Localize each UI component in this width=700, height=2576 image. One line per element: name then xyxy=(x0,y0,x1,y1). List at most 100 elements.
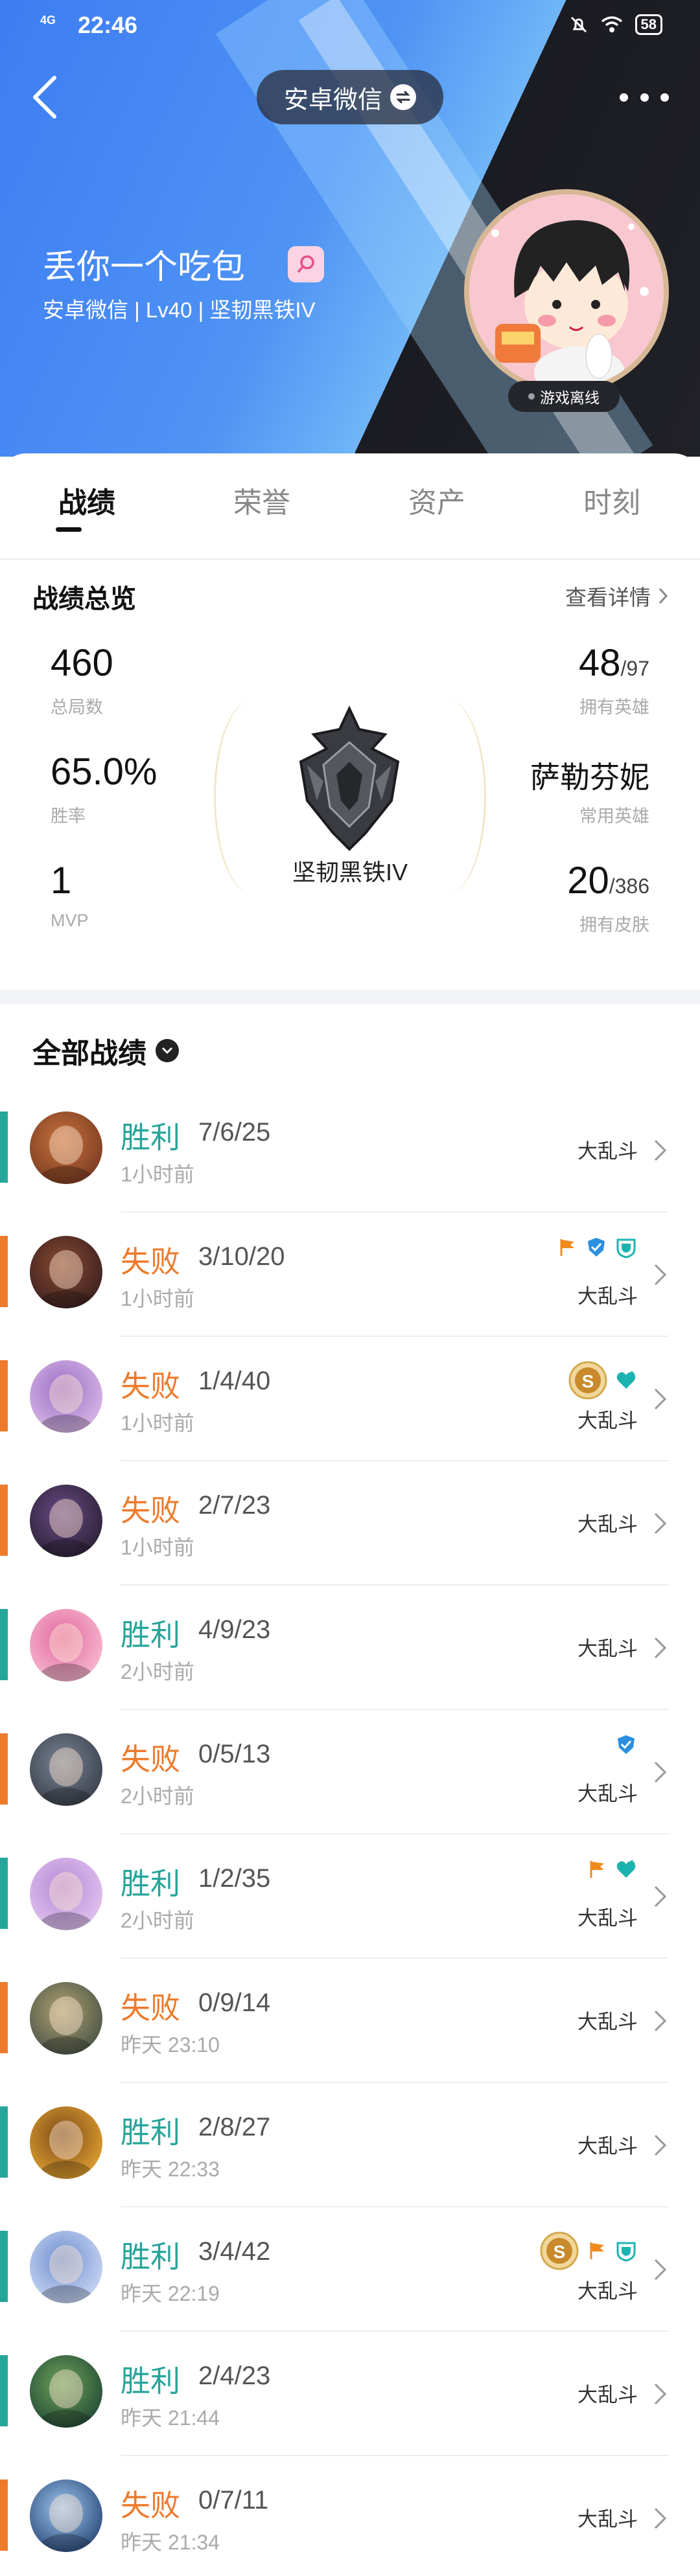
match-mode: 大乱斗 xyxy=(578,1513,638,1536)
win-rate-label: 胜率 xyxy=(51,806,86,826)
account-switch-button[interactable]: 安卓微信 xyxy=(257,70,443,124)
chevron-right-icon xyxy=(654,1761,667,1783)
mute-icon xyxy=(570,16,587,33)
match-row[interactable]: 失败 0/7/11 昨天 21:34 大乱斗 xyxy=(0,2456,700,2576)
view-details-link[interactable]: 查看详情 xyxy=(565,580,669,611)
match-time: 2小时前 xyxy=(121,1909,194,1932)
match-row[interactable]: 胜利 2/8/27 昨天 22:33 大乱斗 xyxy=(0,2083,700,2207)
skins-owned-label: 拥有皮肤 xyxy=(579,915,649,935)
view-details-label: 查看详情 xyxy=(565,586,651,610)
result-accent-bar xyxy=(0,2479,8,2551)
active-tab-indicator xyxy=(56,527,82,532)
mvp-label: MVP xyxy=(51,911,89,930)
hero-avatar xyxy=(30,1609,102,1681)
common-hero-label: 常用英雄 xyxy=(579,806,649,826)
match-result: 胜利 xyxy=(121,1618,180,1652)
wifi-icon xyxy=(601,16,622,32)
tab-honor[interactable]: 荣誉 xyxy=(204,479,320,521)
match-row[interactable]: 胜利 2/4/23 昨天 21:44 大乱斗 xyxy=(0,2332,700,2456)
heroes-total-value: /97 xyxy=(620,657,649,680)
match-result: 失败 xyxy=(121,1245,180,1279)
back-button[interactable] xyxy=(26,71,65,123)
result-accent-bar xyxy=(0,1236,8,1307)
divider xyxy=(0,558,700,560)
online-status-label: 游戏离线 xyxy=(540,389,600,406)
swap-icon xyxy=(390,84,416,110)
more-menu-button[interactable] xyxy=(620,83,669,111)
mvp-value: 1 xyxy=(51,860,72,902)
match-badges xyxy=(614,1733,638,1760)
total-games-label: 总局数 xyxy=(51,698,103,717)
match-time: 昨天 22:33 xyxy=(121,2158,220,2181)
tab-record[interactable]: 战绩 xyxy=(29,479,145,521)
match-mode: 大乱斗 xyxy=(578,1637,638,1660)
s-rating-icon: S xyxy=(568,1360,608,1404)
hero-avatar xyxy=(30,1236,102,1308)
tab-moments[interactable]: 时刻 xyxy=(554,479,670,521)
match-time: 昨天 21:34 xyxy=(121,2531,220,2554)
player-nickname: 丢你一个吃包 xyxy=(43,249,246,286)
hero-avatar xyxy=(30,2231,102,2303)
match-row[interactable]: 胜利 4/9/23 2小时前 大乱斗 xyxy=(0,1586,700,1710)
heroes-owned-stat: 48/97 xyxy=(579,641,649,685)
result-accent-bar xyxy=(0,2355,8,2426)
match-time: 1小时前 xyxy=(121,1536,194,1559)
heal-badge-icon xyxy=(614,1369,638,1395)
match-row[interactable]: 胜利 3/4/42 昨天 22:19 S 大乱斗 xyxy=(0,2207,700,2332)
match-kda: 0/5/13 xyxy=(198,1740,271,1768)
heroes-owned-label: 拥有英雄 xyxy=(579,698,649,717)
match-kda: 3/10/20 xyxy=(198,1242,285,1271)
hero-avatar xyxy=(30,1733,102,1806)
match-mode: 大乱斗 xyxy=(578,1907,638,1930)
match-filter-dropdown[interactable]: 全部战绩 xyxy=(32,1030,179,1071)
win-rate-value: 65.0% xyxy=(51,751,158,793)
match-result: 胜利 xyxy=(121,2364,180,2398)
tab-assets[interactable]: 资产 xyxy=(379,479,495,521)
match-row[interactable]: 失败 0/5/13 2小时前 大乱斗 xyxy=(0,1710,700,1834)
network-indicator: 4G xyxy=(40,14,56,27)
result-accent-bar xyxy=(0,1982,8,2053)
match-row[interactable]: 胜利 1/2/35 2小时前 大乱斗 xyxy=(0,1834,700,1959)
match-badges: S xyxy=(568,1360,638,1404)
hero-avatar xyxy=(30,2479,102,2552)
rank-emblem-icon xyxy=(299,705,400,851)
match-result: 失败 xyxy=(121,1369,180,1403)
match-kda: 0/9/14 xyxy=(198,1989,271,2017)
chevron-down-icon xyxy=(156,1039,179,1062)
match-kda: 2/4/23 xyxy=(198,2362,271,2390)
match-result: 失败 xyxy=(121,2489,180,2522)
rank-name: 坚韧黑铁IV xyxy=(292,859,408,885)
s-rating-icon: S xyxy=(539,2231,579,2274)
overview-title: 战绩总览 xyxy=(32,585,136,613)
player-avatar[interactable] xyxy=(464,189,669,394)
skins-total-value: /386 xyxy=(609,874,649,898)
match-time: 1小时前 xyxy=(121,1411,194,1435)
match-row[interactable]: 失败 0/9/14 昨天 23:10 大乱斗 xyxy=(0,1959,700,2083)
account-switch-label: 安卓微信 xyxy=(283,86,382,114)
chevron-right-icon xyxy=(654,1388,667,1410)
match-row[interactable]: 失败 2/7/23 1小时前 大乱斗 xyxy=(0,1461,700,1586)
chevron-right-icon xyxy=(654,1886,667,1908)
match-row[interactable]: 失败 1/4/40 1小时前 S 大乱斗 xyxy=(0,1337,700,1461)
match-kda: 0/7/11 xyxy=(198,2486,269,2514)
chevron-right-icon xyxy=(654,1512,667,1534)
heroes-owned-value: 48 xyxy=(579,642,621,684)
hero-avatar xyxy=(30,2355,102,2428)
defense-badge-icon xyxy=(614,2239,638,2266)
match-row[interactable]: 胜利 7/6/25 1小时前 大乱斗 xyxy=(0,1088,700,1213)
skins-owned-value: 20 xyxy=(567,860,609,902)
tab-bar: 战绩 荣誉 资产 时刻 xyxy=(0,453,700,560)
match-row[interactable]: 失败 3/10/20 1小时前 大乱斗 xyxy=(0,1213,700,1337)
status-time: 22:46 xyxy=(78,12,138,38)
chevron-right-icon xyxy=(659,587,668,604)
match-mode: 大乱斗 xyxy=(578,2508,638,2531)
shield-badge-icon xyxy=(614,1733,638,1760)
result-accent-bar xyxy=(0,1609,8,1680)
match-kda: 3/4/42 xyxy=(198,2237,271,2266)
hero-avatar xyxy=(30,1982,102,2055)
match-time: 昨天 22:19 xyxy=(121,2282,220,2305)
flag-badge-icon xyxy=(586,1858,608,1884)
chevron-right-icon xyxy=(654,2259,667,2281)
chevron-right-icon xyxy=(654,1637,667,1659)
heal-badge-icon xyxy=(614,1858,638,1884)
